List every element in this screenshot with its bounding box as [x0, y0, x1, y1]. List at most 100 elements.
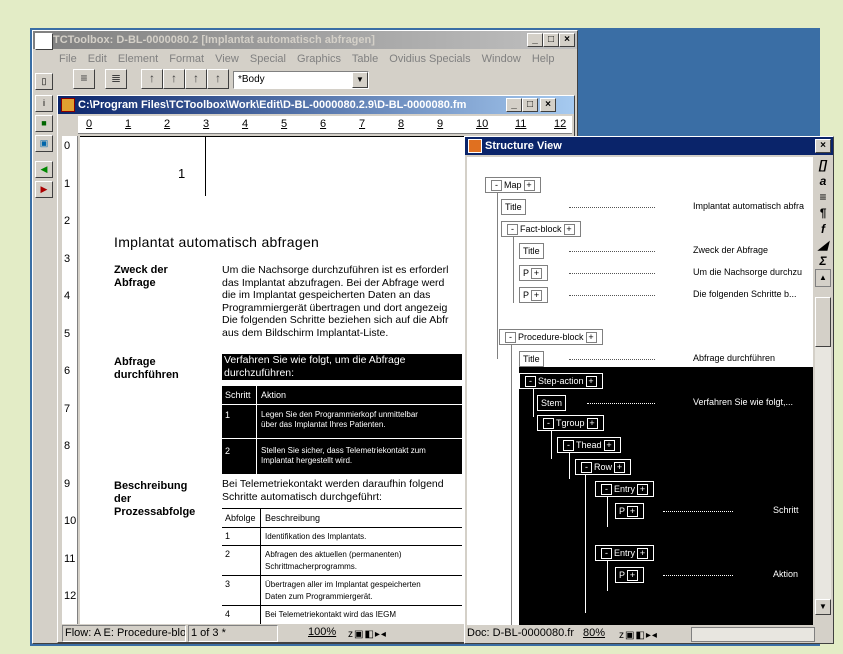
tab-stop-2-icon[interactable]: ↑	[163, 69, 185, 89]
node-p-4[interactable]: P +	[615, 567, 645, 583]
structure-tool-bracket-icon[interactable]: []	[815, 157, 831, 173]
collapse-map-button[interactable]: -	[491, 180, 502, 192]
align-justify-icon[interactable]: ≣	[105, 69, 127, 89]
collapse-tgroup-button[interactable]: -	[543, 418, 554, 430]
collapse-proc-button[interactable]: -	[505, 332, 516, 344]
node-procedure-block[interactable]: - Procedure-block +	[499, 329, 603, 345]
tab-stop-3-icon[interactable]: ↑	[185, 69, 207, 89]
sequence-table[interactable]: Abfolge Beschreibung 1 Identifikation de…	[222, 508, 462, 624]
section-zweck-label[interactable]: Zweck der Abfrage	[114, 264, 204, 290]
expand-entry1-button[interactable]: +	[637, 484, 649, 496]
zoom-value[interactable]: 100%	[308, 625, 336, 642]
menu-element[interactable]: Element	[118, 53, 158, 65]
node-entry-1[interactable]: - Entry +	[595, 481, 655, 497]
node-title-3[interactable]: Title	[519, 351, 544, 367]
paragraph-format-select[interactable]: *Body ▼	[233, 71, 369, 89]
minimize-button[interactable]: _	[527, 33, 543, 47]
structure-tool-function-icon[interactable]: f	[815, 221, 831, 237]
node-map[interactable]: - Map +	[485, 177, 541, 193]
expand-thead-button[interactable]: +	[603, 440, 615, 452]
node-title-2[interactable]: Title	[519, 243, 544, 259]
side-book-icon[interactable]	[35, 33, 53, 50]
vertical-ruler[interactable]: 012345678910111213	[62, 136, 78, 624]
doc-minimize-button[interactable]: _	[506, 98, 522, 112]
tab-stop-1-icon[interactable]: ↑	[141, 69, 163, 89]
side-arrow-right-icon[interactable]: ▶	[35, 181, 53, 198]
menu-file[interactable]: File	[59, 53, 77, 65]
section-beschreibung-label[interactable]: Beschreibung der Prozessabfolge	[114, 480, 204, 519]
collapse-entry2-button[interactable]: -	[601, 548, 612, 560]
structure-close-button[interactable]: ×	[815, 139, 831, 153]
zoom-controls[interactable]: z▣◧▸◂	[348, 627, 387, 644]
node-p-2[interactable]: P +	[519, 287, 549, 303]
chevron-down-icon[interactable]: ▼	[352, 72, 368, 88]
expand-fact-button[interactable]: +	[563, 224, 575, 236]
node-thead[interactable]: - Thead +	[557, 437, 621, 453]
menu-window[interactable]: Window	[482, 53, 521, 65]
align-left-icon[interactable]: ≡	[73, 69, 95, 89]
scroll-down-icon[interactable]: ▼	[815, 599, 831, 615]
node-stem[interactable]: Stem	[537, 395, 567, 411]
side-image-icon[interactable]: ▣	[35, 135, 53, 152]
document-heading[interactable]: Implantat automatisch abfragen	[114, 234, 319, 250]
page-status[interactable]: 1 of 3 *	[188, 625, 278, 642]
menu-table[interactable]: Table	[352, 53, 378, 65]
menu-ovidius[interactable]: Ovidius Specials	[389, 53, 470, 65]
tab-stop-4-icon[interactable]: ↑	[207, 69, 229, 89]
document-title-bar[interactable]: C:\Program Files\TCToolbox\Work\Edit\D-B…	[58, 96, 574, 114]
menu-format[interactable]: Format	[169, 53, 204, 65]
horizontal-ruler[interactable]: 0 1 2 3 4 5 6 7 8 9 10 11 12	[78, 116, 572, 134]
node-row[interactable]: - Row +	[575, 459, 632, 475]
expand-tgroup-button[interactable]: +	[586, 418, 598, 430]
structure-tool-attribute-icon[interactable]: a	[815, 173, 831, 189]
node-tgroup[interactable]: - Tgroup +	[537, 415, 604, 431]
close-button[interactable]: ×	[559, 33, 575, 47]
menu-special[interactable]: Special	[250, 53, 286, 65]
expand-p1-button[interactable]: +	[531, 268, 543, 280]
menu-help[interactable]: Help	[532, 53, 555, 65]
side-info-icon[interactable]: i	[35, 95, 53, 112]
expand-entry2-button[interactable]: +	[637, 548, 649, 560]
steps-table[interactable]: Schritt Aktion 1 Legen Sie den Programmi…	[222, 386, 462, 474]
structure-horizontal-scrollbar[interactable]	[691, 627, 815, 642]
node-step-action[interactable]: - Step-action +	[519, 373, 603, 389]
scroll-up-icon[interactable]: ▲	[815, 269, 831, 287]
structure-canvas[interactable]: - Map + Title Implantat automatisch abfra …	[467, 157, 813, 625]
expand-p4-button[interactable]: +	[627, 570, 639, 582]
expand-step-button[interactable]: +	[585, 376, 597, 388]
expand-proc-button[interactable]: +	[585, 332, 597, 344]
collapse-entry1-button[interactable]: -	[601, 484, 612, 496]
side-arrow-left-icon[interactable]: ◀	[35, 161, 53, 178]
collapse-fact-button[interactable]: -	[507, 224, 518, 236]
side-tool-1-icon[interactable]: ▯	[35, 73, 53, 90]
node-title-1[interactable]: Title	[501, 199, 526, 215]
node-p-1[interactable]: P +	[519, 265, 549, 281]
collapse-thead-button[interactable]: -	[563, 440, 574, 452]
side-doc-icon[interactable]: ■	[35, 115, 53, 132]
main-title-bar[interactable]: TCToolbox: D-BL-0000080.2 [Implantat aut…	[33, 31, 577, 49]
structure-tool-triangle-icon[interactable]: ◢	[815, 237, 831, 253]
menu-edit[interactable]: Edit	[88, 53, 107, 65]
section-abfrage-intro[interactable]: Verfahren Sie wie folgt, um die Abfrage …	[222, 354, 462, 380]
expand-p2-button[interactable]: +	[531, 290, 543, 302]
collapse-step-button[interactable]: -	[525, 376, 536, 388]
structure-vertical-scrollbar[interactable]: ▼	[815, 297, 831, 615]
structure-zoom-controls[interactable]: z▣◧▸◂	[619, 628, 658, 645]
doc-maximize-button[interactable]: □	[522, 98, 538, 112]
structure-zoom[interactable]: 80%	[583, 626, 605, 643]
structure-tool-sigma-icon[interactable]: Σ	[815, 253, 831, 269]
menu-view[interactable]: View	[215, 53, 239, 65]
maximize-button[interactable]: □	[543, 33, 559, 47]
node-entry-2[interactable]: - Entry +	[595, 545, 655, 561]
collapse-row-button[interactable]: -	[581, 462, 592, 474]
expand-map-button[interactable]: +	[523, 180, 535, 192]
expand-row-button[interactable]: +	[614, 462, 626, 474]
structure-view-title-bar[interactable]: Structure View ×	[465, 137, 833, 155]
menu-graphics[interactable]: Graphics	[297, 53, 341, 65]
structure-tool-paragraph-icon[interactable]: ¶	[815, 205, 831, 221]
section-abfrage-label[interactable]: Abfrage durchführen	[114, 356, 194, 382]
node-p-3[interactable]: P +	[615, 503, 645, 519]
structure-scroll-thumb[interactable]	[815, 297, 831, 347]
expand-p3-button[interactable]: +	[627, 506, 639, 518]
structure-tool-list-icon[interactable]: ≡	[815, 189, 831, 205]
